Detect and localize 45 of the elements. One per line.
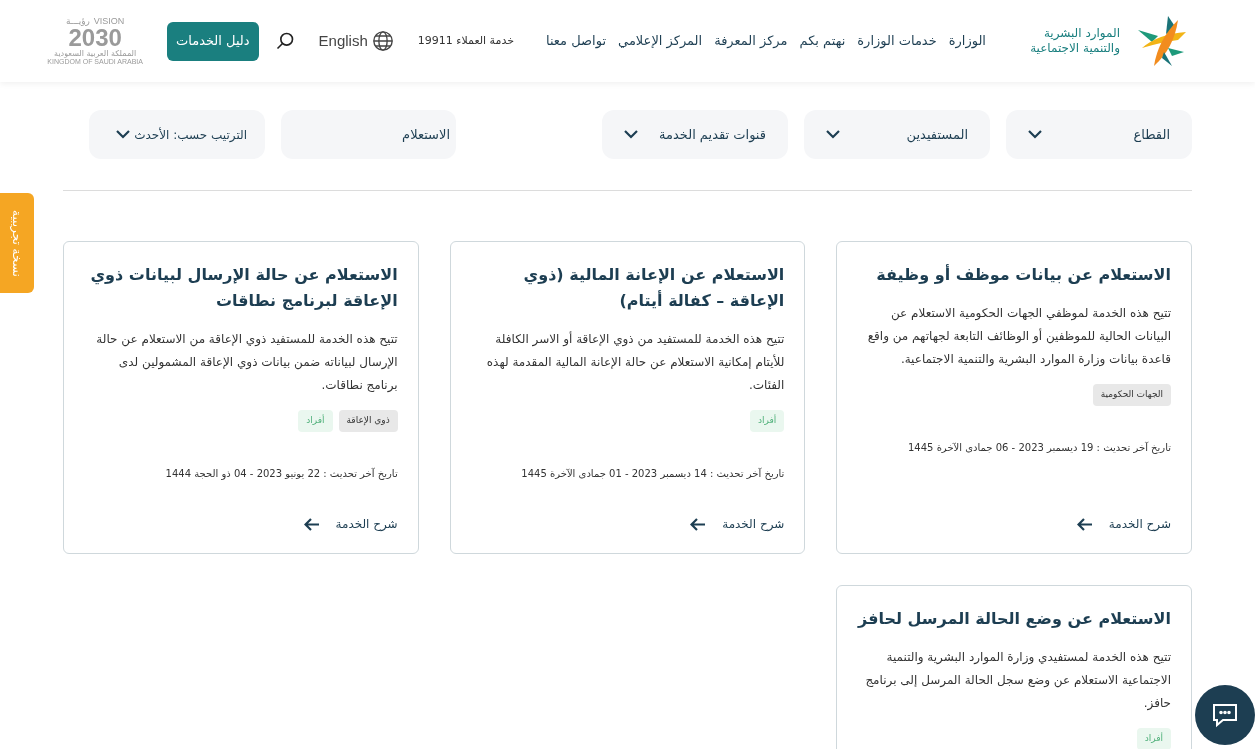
arrow-left-icon [690,517,707,531]
category-tag: الجهات الحكومية [1092,384,1171,406]
chevron-down-icon [624,130,638,139]
nav-link[interactable]: المركز الإعلامي [618,31,703,51]
card-description: تتيح هذه الخدمة لموظفي الجهات الحكومية الاستعلام عن البيانات الحالية للموظفين أو الوظائف التابعة لجهاتهم من واقع قاعدة بيانات وزارة الموارد البشرية والتنمية الاجتماعية. [866,305,1171,369]
arrow-left-icon [303,517,320,531]
nav-link[interactable]: نهتم بكم [799,31,846,51]
sort-dropdown[interactable]: الترتيب حسب: الأحدث [89,110,265,159]
category-tag: ذوي الإعاقة [338,410,398,432]
chevron-down-icon [116,130,131,139]
category-tag: أفراد [750,410,785,432]
last-updated-date: تاريخ آخر تحديث : 19 ديسمبر 2023 - 06 جمادى الآخرة 1445 [907,440,1171,455]
card-description: تتيح هذه الخدمة للمستفيد من ذوي الإعاقة أو الاسر الكافلة للأيتام إمكانية الاستعلام عن حالة الإعانة المالية المقدمة لهذه الفئات. [485,330,785,394]
filter-dropdown[interactable]: المستفيدين [804,110,990,159]
filter-dropdown[interactable]: القطاع [1006,110,1192,159]
card-title: الاستعلام عن الإعانة المالية (ذوي الإعاقة – كفالة أيتام) [522,264,785,312]
service-explanation-link[interactable]: شرح الخدمة [303,515,398,533]
customer-service-number: خدمة العملاء 19911 [417,32,514,49]
card-title: الاستعلام عن حالة الإرسال لبيانات ذوي الإعاقة لبرنامج نطاقات [89,264,398,312]
nav-link[interactable]: خدمات الوزارة [857,31,937,51]
language-link[interactable]: English [318,29,394,53]
category-tag: أفراد [1136,728,1171,749]
card-title: الاستعلام عن وضع الحالة المرسل لحافز [857,608,1171,630]
logo-text: الموارد البشرية والتنمية الاجتماعية [1029,26,1120,56]
card-description: تتيح هذه الخدمة لمستفيدي وزارة الموارد البشرية والتنمية الاجتماعية الاستعلام عن وضع سجل الحالة المرسل إلى برنامج حافز. [864,649,1171,713]
service-explanation-link[interactable]: شرح الخدمة [1076,515,1171,533]
nav-link[interactable]: مركز المعرفة [714,31,788,51]
search-icon[interactable] [274,31,295,51]
card-description: تتيح هذه الخدمة للمستفيد ذوي الإعاقة من الاستعلام عن حالة الإرسال لبياناته ضمن بيانات ذوي الإعاقة المشمولين لدى برنامج نطاقات. [95,331,398,394]
chevron-down-icon [1028,130,1042,139]
card-title: الاستعلام عن بيانات موظف أو وظيفة [875,263,1171,286]
search-field[interactable]: الاستعلام [281,110,456,159]
arrow-left-icon [1076,517,1093,531]
nav-link[interactable]: تواصل معنا [545,31,607,51]
last-updated-date: تاريخ آخر تحديث : 14 ديسمبر 2023 - 01 جمادى الآخرة 1445 [520,466,785,481]
chevron-down-icon [826,130,840,139]
globe-icon [371,30,394,52]
nav-link[interactable]: الوزارة [948,31,986,51]
chat-button[interactable] [1195,685,1255,745]
services-guide-button[interactable]: دليل الخدمات [167,21,259,61]
chat-bubble-icon [1211,701,1239,729]
last-updated-date: تاريخ آخر تحديث : 22 يونيو 2023 - 04 ذو الحجة 1444 [164,466,398,481]
service-explanation-link[interactable]: شرح الخدمة [690,515,785,533]
category-tag: أفراد [298,410,333,432]
filter-dropdown[interactable]: قنوات تقديم الخدمة [602,110,788,159]
